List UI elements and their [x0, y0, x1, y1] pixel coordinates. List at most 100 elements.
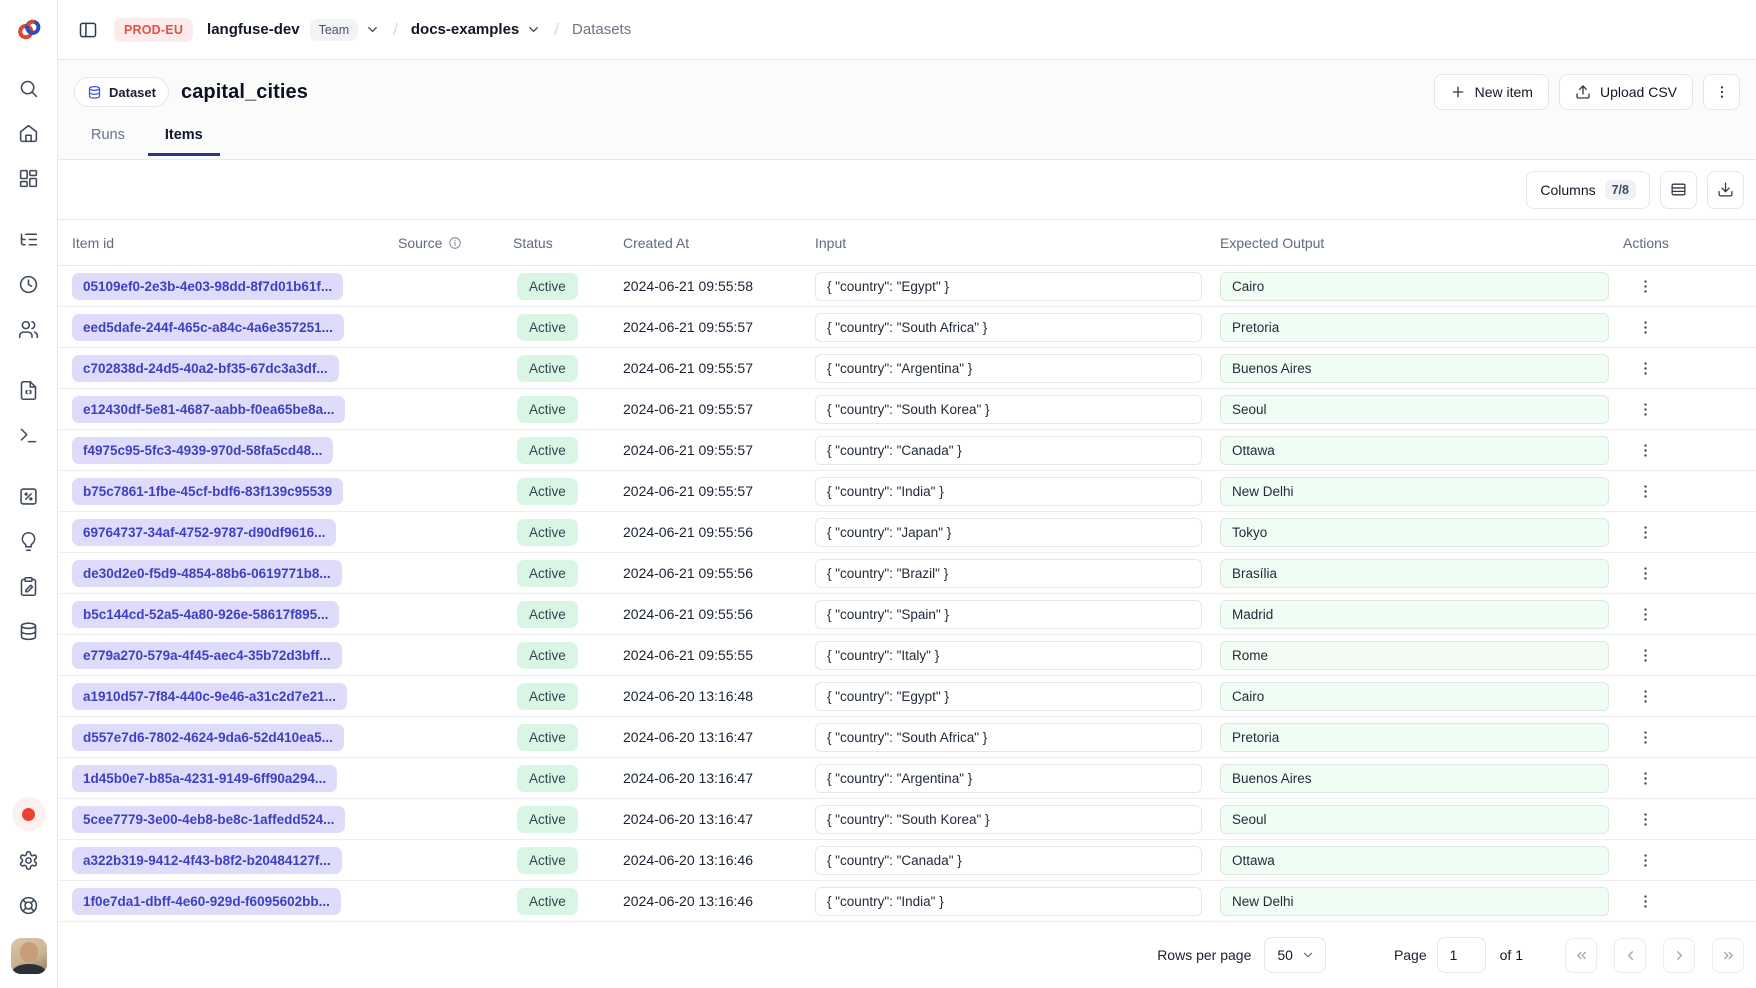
table-row[interactable]: 05109ef0-2e3b-4e03-98dd-8f7d01b61f...Act…: [58, 266, 1756, 307]
tracing-icon[interactable]: [11, 221, 47, 257]
last-page-button[interactable]: [1712, 938, 1744, 973]
org-name-link[interactable]: langfuse-dev: [207, 21, 300, 38]
table-row[interactable]: eed5dafe-244f-465c-a84c-4a6e357251...Act…: [58, 307, 1756, 348]
new-item-button[interactable]: New item: [1434, 74, 1549, 110]
table-row[interactable]: f4975c95-5fc3-4939-970d-58fa5cd48...Acti…: [58, 430, 1756, 471]
row-actions-button[interactable]: [1631, 272, 1659, 300]
item-id-pill[interactable]: a322b319-9412-4f43-b8f2-b20484127f...: [72, 847, 342, 874]
insights-lightbulb-icon[interactable]: [11, 523, 47, 559]
sessions-clock-icon[interactable]: [11, 266, 47, 302]
upload-csv-button[interactable]: Upload CSV: [1559, 74, 1693, 110]
input-cell: { "country": "South Africa" }: [815, 313, 1220, 342]
first-page-button[interactable]: [1565, 938, 1597, 973]
row-actions-button[interactable]: [1631, 723, 1659, 751]
item-id-pill[interactable]: 1f0e7da1-dbff-4e60-929d-f6095602bb...: [72, 888, 341, 915]
table-row[interactable]: de30d2e0-f5d9-4854-88b6-0619771b8...Acti…: [58, 553, 1756, 594]
search-icon[interactable]: [11, 70, 47, 106]
entity-type-badge: Dataset: [74, 77, 169, 107]
row-actions-button[interactable]: [1631, 764, 1659, 792]
project-chevron-down-icon[interactable]: [526, 22, 541, 37]
item-id-pill[interactable]: d557e7d6-7802-4624-9da6-52d410ea5...: [72, 724, 344, 751]
table-row[interactable]: a1910d57-7f84-440c-9e46-a31c2d7e21...Act…: [58, 676, 1756, 717]
playground-terminal-icon[interactable]: [11, 417, 47, 453]
tab-runs[interactable]: Runs: [74, 119, 142, 156]
rows-per-page-label: Rows per page: [1157, 947, 1251, 963]
input-cell: { "country": "Canada" }: [815, 846, 1220, 875]
table-row[interactable]: 1f0e7da1-dbff-4e60-929d-f6095602bb...Act…: [58, 881, 1756, 922]
row-actions-button[interactable]: [1631, 518, 1659, 546]
datasets-database-icon[interactable]: [11, 613, 47, 649]
item-id-pill[interactable]: b5c144cd-52a5-4a80-926e-58617f895...: [72, 601, 339, 628]
annotations-clipboard-icon[interactable]: [11, 568, 47, 604]
table-row[interactable]: d557e7d6-7802-4624-9da6-52d410ea5...Acti…: [58, 717, 1756, 758]
row-actions-button[interactable]: [1631, 559, 1659, 587]
item-id-pill[interactable]: de30d2e0-f5d9-4854-88b6-0619771b8...: [72, 560, 342, 587]
dataset-more-actions-button[interactable]: [1703, 74, 1740, 110]
users-icon[interactable]: [11, 311, 47, 347]
table-row[interactable]: b5c144cd-52a5-4a80-926e-58617f895...Acti…: [58, 594, 1756, 635]
item-id-pill[interactable]: b75c7861-1fbe-45cf-bdf6-83f139c95539: [72, 478, 343, 505]
row-actions-button[interactable]: [1631, 887, 1659, 915]
item-id-cell: e779a270-579a-4f45-aec4-35b72d3bff...: [72, 642, 398, 669]
tab-items[interactable]: Items: [148, 119, 220, 156]
item-id-pill[interactable]: a1910d57-7f84-440c-9e46-a31c2d7e21...: [72, 683, 347, 710]
row-actions-button[interactable]: [1631, 395, 1659, 423]
table-row[interactable]: e12430df-5e81-4687-aabb-f0ea65be8a...Act…: [58, 389, 1756, 430]
table-row[interactable]: b75c7861-1fbe-45cf-bdf6-83f139c95539Acti…: [58, 471, 1756, 512]
input-preview-box: { "country": "South Korea" }: [815, 395, 1202, 424]
home-icon[interactable]: [11, 115, 47, 151]
table-row[interactable]: 1d45b0e7-b85a-4231-9149-6ff90a294...Acti…: [58, 758, 1756, 799]
row-actions-button[interactable]: [1631, 846, 1659, 874]
rows-per-page-select[interactable]: 50: [1264, 937, 1326, 973]
item-id-pill[interactable]: 1d45b0e7-b85a-4231-9149-6ff90a294...: [72, 765, 337, 792]
support-lifebuoy-icon[interactable]: [11, 887, 47, 923]
export-button[interactable]: [1707, 171, 1744, 209]
langfuse-logo[interactable]: [16, 0, 42, 60]
table-row[interactable]: c702838d-24d5-40a2-bf35-67dc3a3df...Acti…: [58, 348, 1756, 389]
table-row[interactable]: 5cee7779-3e00-4eb8-be8c-1affedd524...Act…: [58, 799, 1756, 840]
sidebar-toggle-button[interactable]: [72, 14, 104, 46]
page-number-input[interactable]: [1437, 937, 1486, 973]
next-page-button[interactable]: [1663, 938, 1695, 973]
row-actions-button[interactable]: [1631, 805, 1659, 833]
row-actions-button[interactable]: [1631, 313, 1659, 341]
org-type-chip[interactable]: Team: [310, 19, 359, 41]
row-actions-button[interactable]: [1631, 641, 1659, 669]
recording-status-indicator[interactable]: [12, 797, 46, 831]
input-preview-box: { "country": "Japan" }: [815, 518, 1202, 547]
expected-output-box: Buenos Aires: [1220, 764, 1609, 793]
row-actions-button[interactable]: [1631, 600, 1659, 628]
input-cell: { "country": "Brazil" }: [815, 559, 1220, 588]
actions-cell: [1623, 272, 1756, 300]
actions-cell: [1623, 395, 1756, 423]
item-id-pill[interactable]: c702838d-24d5-40a2-bf35-67dc3a3df...: [72, 355, 339, 382]
project-breadcrumb-link[interactable]: docs-examples: [411, 21, 519, 38]
org-chevron-down-icon[interactable]: [365, 22, 380, 37]
dashboard-icon[interactable]: [11, 160, 47, 196]
kebab-menu-icon: [1637, 729, 1654, 746]
row-actions-button[interactable]: [1631, 477, 1659, 505]
info-icon[interactable]: [448, 236, 462, 250]
columns-button[interactable]: Columns 7/8: [1526, 171, 1650, 209]
evaluators-percent-icon[interactable]: [11, 478, 47, 514]
table-row[interactable]: a322b319-9412-4f43-b8f2-b20484127f...Act…: [58, 840, 1756, 881]
row-height-button[interactable]: [1660, 171, 1697, 209]
item-id-pill[interactable]: 69764737-34af-4752-9787-d90df9616...: [72, 519, 336, 546]
item-id-pill[interactable]: eed5dafe-244f-465c-a84c-4a6e357251...: [72, 314, 344, 341]
row-actions-button[interactable]: [1631, 354, 1659, 382]
item-id-pill[interactable]: e779a270-579a-4f45-aec4-35b72d3bff...: [72, 642, 342, 669]
previous-page-button[interactable]: [1614, 938, 1646, 973]
item-id-pill[interactable]: f4975c95-5fc3-4939-970d-58fa5cd48...: [72, 437, 333, 464]
item-id-pill[interactable]: 5cee7779-3e00-4eb8-be8c-1affedd524...: [72, 806, 345, 833]
row-actions-button[interactable]: [1631, 436, 1659, 464]
expected-output-box: Buenos Aires: [1220, 354, 1609, 383]
table-row[interactable]: 69764737-34af-4752-9787-d90df9616...Acti…: [58, 512, 1756, 553]
item-id-pill[interactable]: 05109ef0-2e3b-4e03-98dd-8f7d01b61f...: [72, 273, 343, 300]
item-id-pill[interactable]: e12430df-5e81-4687-aabb-f0ea65be8a...: [72, 396, 345, 423]
row-actions-button[interactable]: [1631, 682, 1659, 710]
prompts-file-icon[interactable]: [11, 372, 47, 408]
settings-gear-icon[interactable]: [11, 842, 47, 878]
datasets-breadcrumb[interactable]: Datasets: [572, 21, 631, 38]
user-avatar[interactable]: [11, 938, 47, 974]
table-row[interactable]: e779a270-579a-4f45-aec4-35b72d3bff...Act…: [58, 635, 1756, 676]
